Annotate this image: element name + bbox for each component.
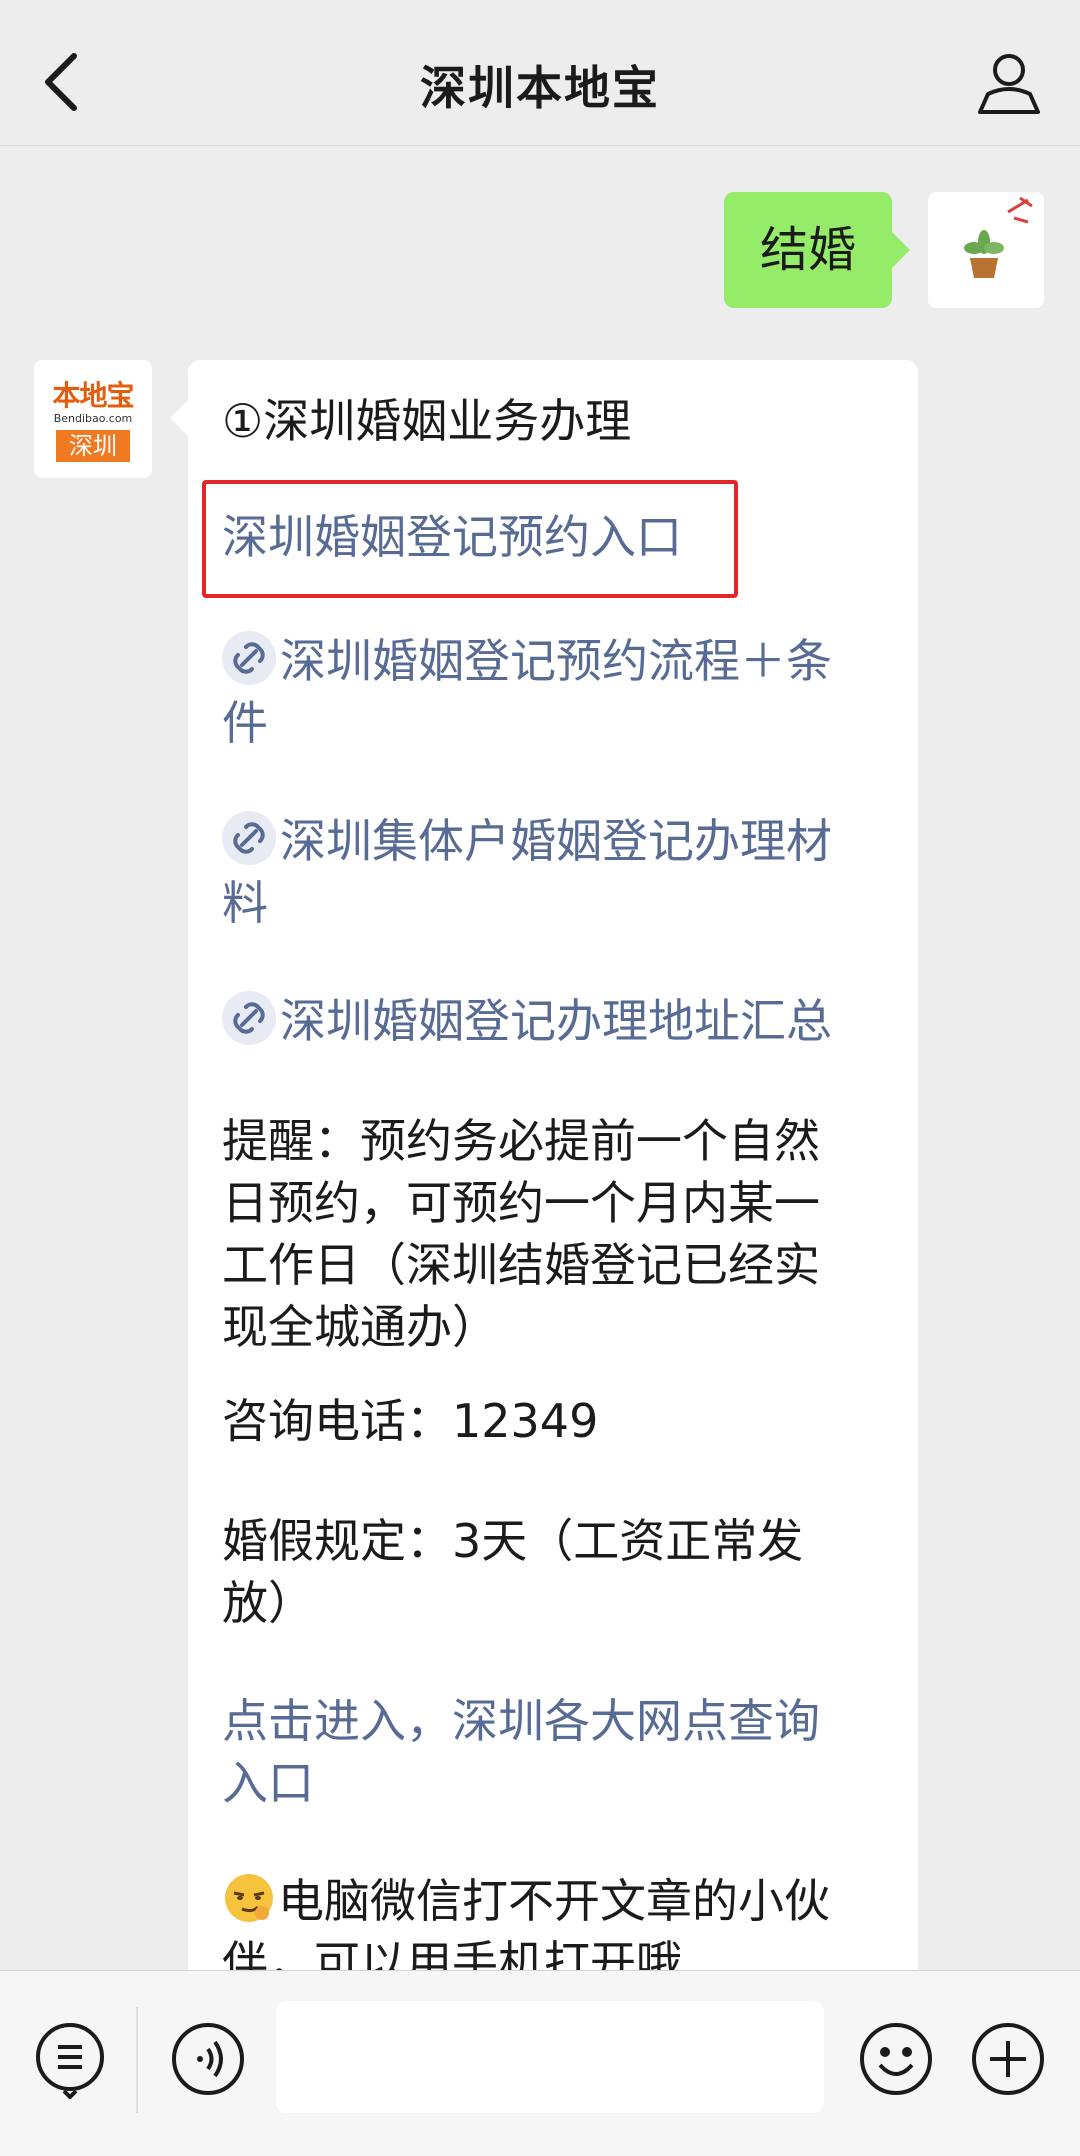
chat-title: 深圳本地宝 [420, 61, 660, 115]
menu-icon [36, 2023, 104, 2100]
input-bar [0, 1970, 1080, 2156]
user-avatar[interactable] [928, 192, 1044, 308]
emoji-button[interactable] [856, 2019, 936, 2099]
divider [136, 2007, 138, 2113]
link-collective-household[interactable]: 深圳集体户婚姻登记办理材 料 [222, 810, 892, 934]
voice-button[interactable] [168, 2019, 248, 2099]
bot-message-bubble: ①深圳婚姻业务办理 深圳婚姻登记预约入口 深圳婚姻登记预约流程＋条 件 深圳集体… [170, 360, 918, 2000]
plus-icon [972, 2023, 1044, 2095]
logo-city: 深圳 [56, 430, 130, 462]
emoji-icon [860, 2023, 932, 2095]
link-office-addresses[interactable]: 深圳婚姻登记办理地址汇总 [222, 990, 892, 1052]
bendibao-avatar[interactable]: 本地宝 Bendibao.com 深圳 [34, 360, 152, 478]
profile-icon [978, 54, 1040, 114]
menu-button[interactable] [32, 2019, 112, 2100]
query-link[interactable]: 点击进入，深圳各大网点查询 入口 [222, 1690, 892, 1814]
logo-domain: Bendibao.com [53, 412, 133, 425]
reminder-text: 提醒：预约务必提前一个自然 日预约，可预约一个月内某一 工作日（深圳结婚登记已经… [222, 1114, 820, 1354]
link-label-cont: 件 [222, 696, 268, 750]
chat-header: 深圳本地宝 [0, 0, 1080, 146]
link-label-cont: 料 [222, 876, 268, 930]
link-icon [222, 811, 276, 865]
smirk-emoji-icon [222, 1871, 276, 1925]
profile-button[interactable] [974, 48, 1044, 118]
leave-text: 婚假规定：3天（工资正常发 放） [222, 1514, 804, 1630]
link-appointment-process[interactable]: 深圳婚姻登记预约流程＋条 件 [222, 630, 892, 754]
link-label: 深圳婚姻登记办理地址汇总 [280, 994, 832, 1048]
link-icon [222, 631, 276, 685]
user-message-bubble: 结婚 [724, 192, 910, 308]
plant-avatar-icon [964, 196, 1033, 278]
logo-text: 本地宝 [52, 379, 134, 412]
marriage-appointment-link[interactable]: 深圳婚姻登记预约入口 [222, 506, 892, 568]
phone-text: 咨询电话：12349 [222, 1394, 599, 1448]
section-title: ①深圳婚姻业务办理 [222, 394, 632, 448]
plus-button[interactable] [968, 2019, 1048, 2099]
link-icon [222, 991, 276, 1045]
voice-icon [172, 2023, 244, 2095]
message-input[interactable] [276, 2001, 824, 2113]
link-label: 深圳婚姻登记预约流程＋条 [280, 634, 832, 688]
link-label: 深圳集体户婚姻登记办理材 [280, 814, 832, 868]
